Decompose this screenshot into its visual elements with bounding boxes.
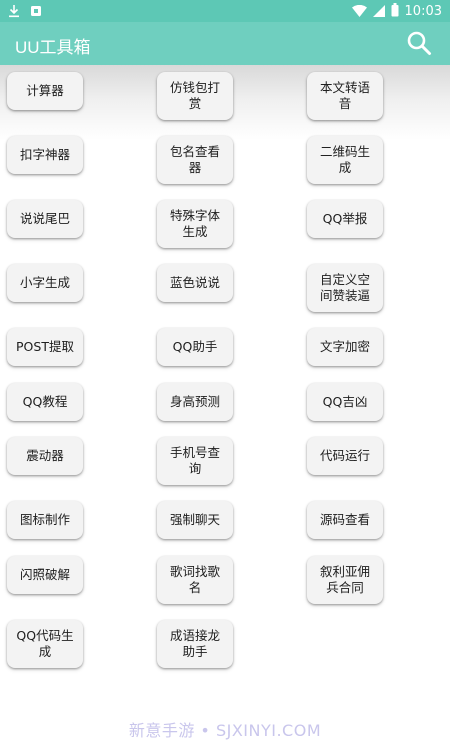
status-system: 10:03 [351, 2, 442, 21]
tool-button-icon-maker[interactable]: 图标制作 [7, 501, 83, 539]
tool-button-post-tail[interactable]: 说说尾巴 [7, 200, 83, 238]
battery-icon [391, 2, 399, 21]
tool-button-qq-tutorial[interactable]: QQ教程 [7, 383, 83, 421]
tool-button-text-extractor[interactable]: 扣字神器 [7, 136, 83, 174]
tool-button-syria-merc-contract[interactable]: 叙利亚佣兵合同 [307, 556, 383, 604]
tool-button-idiom-chain[interactable]: 成语接龙助手 [157, 620, 233, 668]
tool-button-source-viewer[interactable]: 源码查看 [307, 501, 383, 539]
download-icon [8, 3, 20, 22]
tool-button-code-runner[interactable]: 代码运行 [307, 437, 383, 475]
tool-button-force-chat[interactable]: 强制聊天 [157, 501, 233, 539]
tool-button-calculator[interactable]: 计算器 [7, 72, 83, 110]
tool-button-height-prediction[interactable]: 身高预测 [157, 383, 233, 421]
tool-button-custom-space-likes[interactable]: 自定义空间赞装逼 [307, 264, 383, 312]
tool-button-package-viewer[interactable]: 包名查看器 [157, 136, 233, 184]
app-bar: UU工具箱 [0, 22, 450, 65]
tool-button-vibrator[interactable]: 震动器 [7, 437, 83, 475]
tool-button-qq-code-generator[interactable]: QQ代码生成 [7, 620, 83, 668]
tool-button-flash-photo-crack[interactable]: 闪照破解 [7, 556, 83, 594]
signal-icon [372, 2, 385, 21]
tool-button-text-to-speech[interactable]: 本文转语音 [307, 72, 383, 120]
tool-button-blue-post[interactable]: 蓝色说说 [157, 264, 233, 302]
app-title: UU工具箱 [15, 38, 91, 57]
tool-button-phone-lookup[interactable]: 手机号查询 [157, 437, 233, 485]
tool-button-qq-report[interactable]: QQ举报 [307, 200, 383, 238]
watermark: 新意手游 • SJXINYI.COM [128, 721, 322, 740]
tool-button-special-font[interactable]: 特殊字体生成 [157, 200, 233, 248]
tool-button-text-encrypt[interactable]: 文字加密 [307, 328, 383, 366]
search-icon [407, 31, 431, 55]
tool-button-fake-wallet-reward[interactable]: 仿钱包打赏 [157, 72, 233, 120]
wifi-icon [351, 2, 367, 21]
tool-button-qr-generator[interactable]: 二维码生成 [307, 136, 383, 184]
tool-button-post-extract[interactable]: POST提取 [7, 328, 83, 366]
status-bar: 10:03 [0, 0, 450, 22]
status-notifications [8, 3, 42, 22]
tool-button-lyrics-to-song[interactable]: 歌词找歌名 [157, 556, 233, 604]
status-time: 10:03 [404, 4, 442, 19]
search-button[interactable] [406, 30, 432, 56]
app-notification-icon [30, 3, 42, 22]
tool-button-small-text[interactable]: 小字生成 [7, 264, 83, 302]
tool-button-qq-fortune[interactable]: QQ吉凶 [307, 383, 383, 421]
tool-button-qq-assistant[interactable]: QQ助手 [157, 328, 233, 366]
